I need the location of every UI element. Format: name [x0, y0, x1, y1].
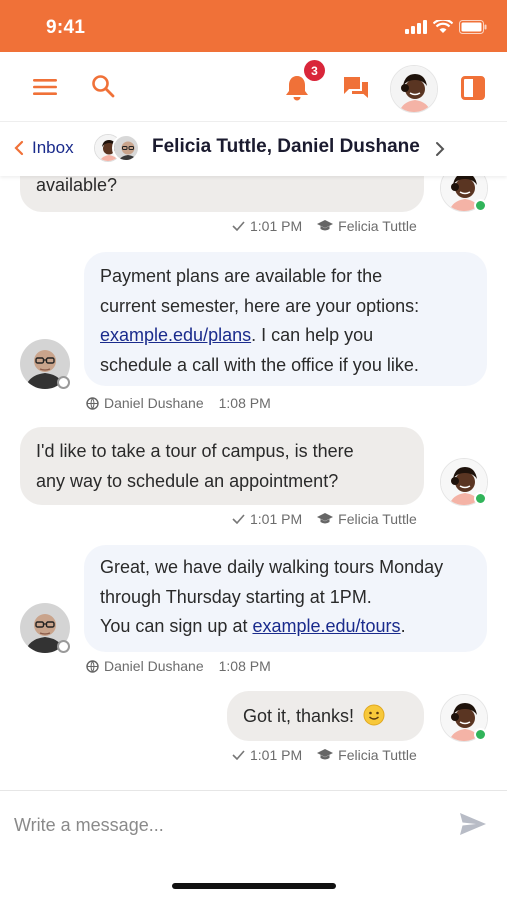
offline-status-indicator [57, 376, 70, 389]
chevron-left-icon [14, 140, 24, 156]
globe-icon [86, 659, 99, 673]
side-panel-button[interactable] [458, 74, 488, 102]
message-author: Felicia Tuttle [338, 218, 417, 234]
message-time: 1:01 PM [250, 218, 303, 234]
back-to-inbox-link[interactable]: Inbox [14, 138, 74, 158]
message-text: Got it, thanks! [243, 706, 355, 726]
search-button[interactable] [88, 71, 118, 101]
message-bubble-incoming[interactable]: available? [20, 176, 424, 212]
conversation-details-button[interactable] [430, 138, 450, 160]
message-meta: Daniel Dushane 1:08 PM [86, 658, 271, 674]
online-status-indicator [474, 199, 487, 212]
back-label: Inbox [32, 138, 74, 157]
message-line: through Thursday starting at 1PM. [100, 586, 372, 607]
send-button[interactable] [456, 809, 490, 839]
check-icon [232, 514, 245, 524]
search-icon [92, 75, 115, 98]
message-author: Daniel Dushane [104, 658, 204, 674]
app-header [0, 52, 507, 122]
status-icons [405, 20, 487, 34]
message-author: Felicia Tuttle [338, 511, 417, 527]
message-input[interactable] [14, 807, 434, 843]
plans-link[interactable]: example.edu/plans [100, 325, 251, 345]
graduation-cap-icon [317, 513, 334, 524]
message-time: 1:08 PM [218, 658, 271, 674]
bell-icon [286, 76, 308, 101]
message-line: Payment plans are available for the [100, 266, 383, 286]
online-status-indicator [474, 728, 487, 741]
message-time: 1:01 PM [250, 747, 303, 763]
tours-link[interactable]: example.edu/tours [252, 616, 400, 636]
panel-icon [461, 76, 485, 100]
menu-icon [33, 79, 57, 95]
smiley-emoji [363, 704, 385, 734]
status-time: 9:41 [46, 17, 86, 38]
message-line: current semester, here are your options: [100, 295, 420, 316]
chat-button[interactable] [340, 73, 372, 103]
participant-avatar-daniel [112, 134, 140, 162]
profile-avatar[interactable] [390, 65, 438, 113]
check-icon [232, 221, 245, 231]
message-time: 1:01 PM [250, 511, 303, 527]
conversation-title: Felicia Tuttle, Daniel Dushane [152, 136, 420, 157]
message-bubble-incoming[interactable]: Got it, thanks! [227, 691, 424, 741]
status-bar: 9:41 [0, 0, 507, 52]
wifi-icon [433, 20, 453, 33]
message-line: any way to schedule an appointment? [36, 470, 339, 491]
message-line: example.edu/plans. I can help you [100, 325, 374, 345]
home-indicator[interactable] [172, 883, 336, 889]
offline-status-indicator [57, 640, 70, 653]
graduation-cap-icon [317, 749, 334, 760]
message-bubble-incoming[interactable]: I'd like to take a tour of campus, is th… [20, 427, 424, 505]
message-bubble-outgoing[interactable]: Great, we have daily walking tours Monda… [84, 545, 487, 652]
battery-icon [459, 20, 487, 34]
graduation-cap-icon [317, 220, 334, 231]
message-line: I'd like to take a tour of campus, is th… [36, 441, 354, 461]
message-line: schedule a call with the office if you l… [100, 354, 419, 375]
message-time: 1:08 PM [218, 395, 271, 411]
message-line: You can sign up at example.edu/tours. [100, 616, 406, 636]
message-author: Felicia Tuttle [338, 747, 417, 763]
chevron-right-icon [436, 142, 445, 156]
globe-icon [86, 396, 99, 410]
signal-icon [405, 20, 427, 34]
check-icon [232, 750, 245, 760]
message-line: Great, we have daily walking tours Monda… [100, 557, 444, 577]
message-text: available? [36, 176, 118, 195]
menu-button[interactable] [30, 72, 60, 102]
message-author: Daniel Dushane [104, 395, 204, 411]
message-meta: Daniel Dushane 1:08 PM [86, 395, 271, 411]
chat-icon [344, 77, 368, 98]
message-meta: 1:01 PM Felicia Tuttle [232, 747, 417, 763]
conversation-header: Inbox Felicia Tuttle, Daniel Dushane [0, 122, 507, 176]
online-status-indicator [474, 492, 487, 505]
send-icon [460, 813, 486, 835]
message-bubble-outgoing[interactable]: Payment plans are available for the curr… [84, 252, 487, 386]
notification-badge: 3 [304, 60, 325, 81]
message-list[interactable]: available? 1:01 PM Felicia Tuttle Paymen… [0, 176, 507, 790]
message-meta: 1:01 PM Felicia Tuttle [232, 511, 417, 527]
message-meta: 1:01 PM Felicia Tuttle [232, 218, 417, 234]
